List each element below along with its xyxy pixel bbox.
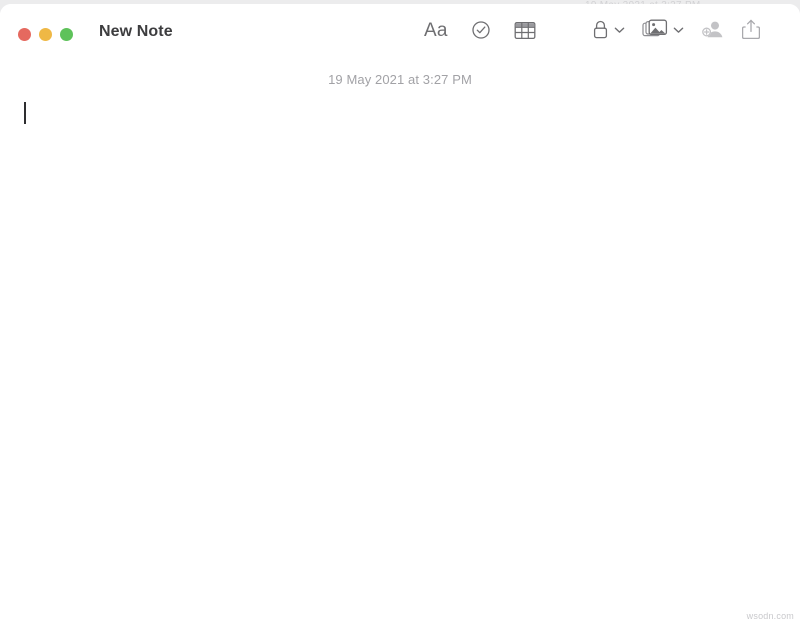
share-button[interactable]	[742, 19, 760, 40]
window-titlebar: New Note Aa	[0, 4, 800, 61]
checklist-icon	[471, 20, 491, 40]
toolbar-center-group: Aa	[424, 20, 536, 40]
note-body[interactable]: 19 May 2021 at 3:27 PM wsodn.com	[0, 61, 800, 626]
maximize-button[interactable]	[60, 28, 73, 41]
toolbar-right-group	[592, 19, 760, 40]
table-button[interactable]	[514, 21, 536, 40]
table-icon	[514, 21, 536, 40]
note-timestamp: 19 May 2021 at 3:27 PM	[328, 72, 472, 87]
format-aa-icon: Aa	[424, 19, 448, 41]
text-caret	[24, 102, 26, 124]
minimize-button[interactable]	[39, 28, 52, 41]
media-button[interactable]	[642, 19, 684, 40]
close-button[interactable]	[18, 28, 31, 41]
share-icon	[742, 19, 760, 40]
page-title: New Note	[99, 23, 173, 40]
photos-icon	[642, 19, 668, 40]
traffic-lights	[18, 28, 73, 41]
format-button[interactable]: Aa	[424, 21, 448, 40]
checklist-button[interactable]	[471, 20, 491, 40]
lock-icon	[592, 19, 609, 40]
chevron-down-icon	[673, 26, 684, 34]
chevron-down-icon	[614, 26, 625, 34]
lock-button[interactable]	[592, 19, 625, 40]
watermark: wsodn.com	[746, 611, 794, 621]
notes-window: New Note Aa 19 May 2021 at 3:27 PM wsodn…	[0, 4, 800, 626]
add-person-icon	[701, 19, 725, 40]
collaborate-button[interactable]	[701, 19, 725, 40]
